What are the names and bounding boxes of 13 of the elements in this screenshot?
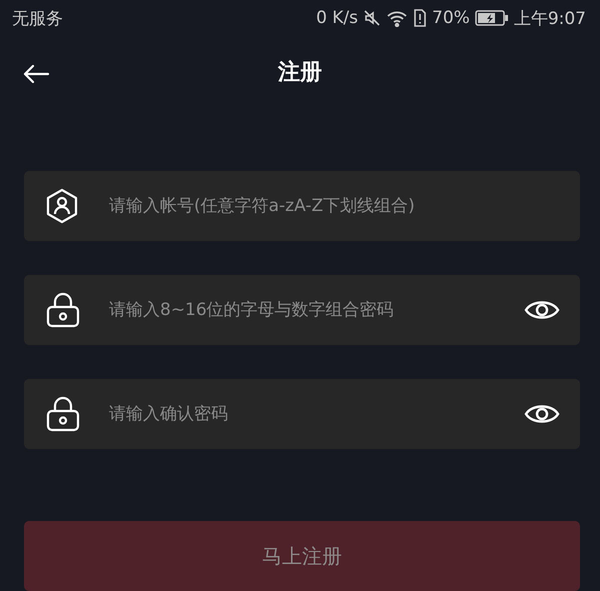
- carrier-text: 无服务: [12, 8, 63, 30]
- input-field[interactable]: 请输入帐号(任意字符a-zA-Z下划线组合): [24, 171, 580, 241]
- battery-icon: [474, 10, 509, 26]
- clock-time: 上午9:07: [514, 8, 586, 30]
- mute-icon: [363, 9, 382, 28]
- network-speed: 0 K/s: [316, 8, 358, 28]
- page-title: 注册: [278, 59, 322, 88]
- input-field[interactable]: 请输入确认密码: [24, 379, 580, 449]
- wifi-icon: [386, 9, 408, 28]
- sim-alert-icon: [413, 9, 428, 28]
- battery-percent: 70%: [432, 8, 470, 28]
- back-arrow-icon[interactable]: [22, 64, 50, 84]
- input-field[interactable]: 请输入8~16位的字母与数字组合密码: [24, 275, 580, 345]
